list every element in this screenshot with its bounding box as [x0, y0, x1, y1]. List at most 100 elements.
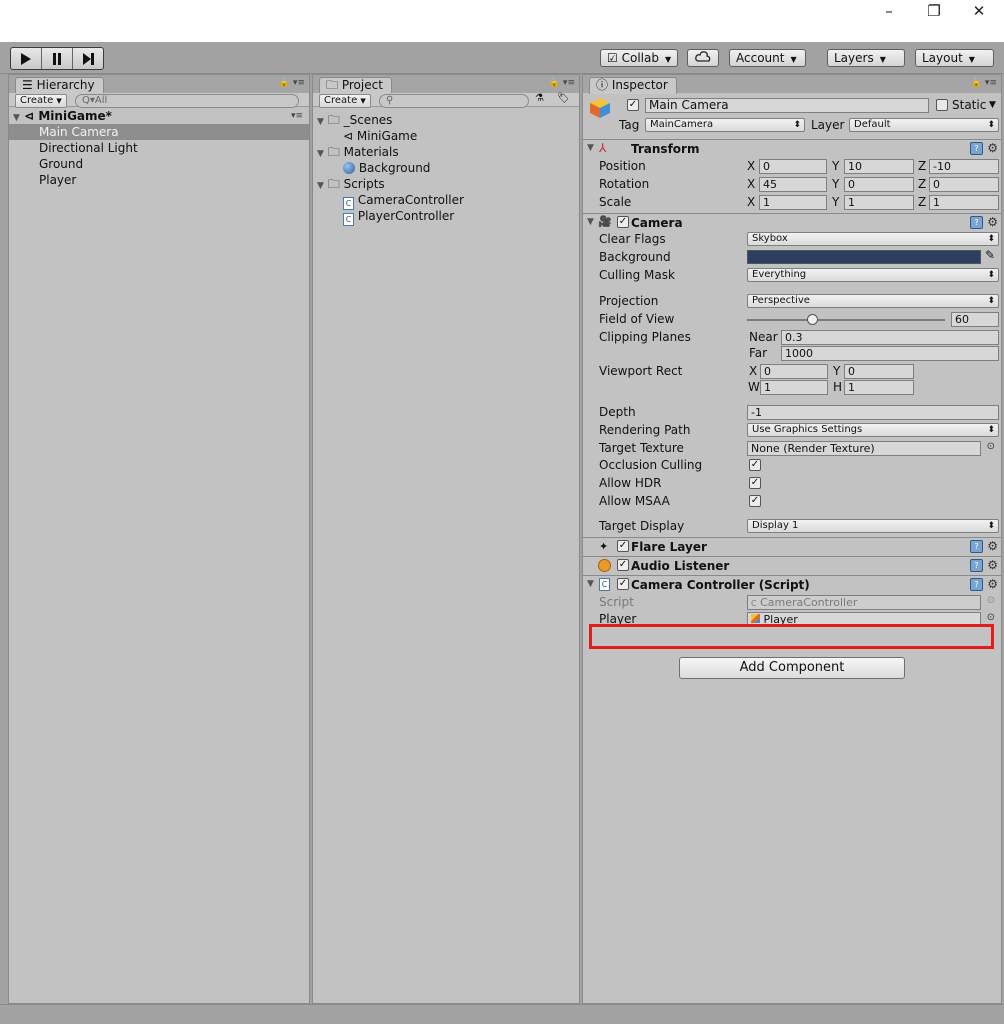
position-y-field[interactable]: 10 — [844, 159, 914, 174]
eyedropper-icon[interactable]: ✎ — [985, 248, 995, 262]
hierarchy-item-player[interactable]: Player — [39, 172, 76, 188]
tab-project[interactable]: 🗀 Project — [319, 77, 392, 94]
scale-z-field[interactable]: 1 — [929, 195, 999, 210]
viewport-w-field[interactable]: 1 — [760, 380, 828, 395]
gear-icon[interactable]: ⚙ — [987, 558, 998, 572]
hierarchy-item-main-camera[interactable]: Main Camera — [9, 124, 309, 140]
layers-dropdown[interactable]: Layers ▼ — [827, 49, 905, 67]
add-component-button[interactable]: Add Component — [679, 657, 905, 679]
folder-label: Materials — [343, 145, 399, 159]
background-color-field[interactable] — [747, 250, 981, 264]
clear-flags-dropdown[interactable]: Skybox ⬍ — [747, 232, 999, 246]
help-icon[interactable]: ? — [970, 578, 983, 591]
pause-button[interactable] — [42, 48, 73, 69]
gear-icon[interactable]: ⚙ — [987, 141, 998, 155]
fov-slider-thumb[interactable] — [807, 314, 819, 325]
tab-inspector[interactable]: ⓘ Inspector — [589, 77, 677, 94]
viewport-x-field[interactable]: 0 — [760, 364, 828, 379]
panel-menu-icon[interactable]: 🔒 ▾≡ — [971, 78, 997, 88]
foldout-arrow-icon: ▼ — [587, 217, 594, 227]
scene-menu-icon[interactable]: ▾≡ — [291, 108, 303, 124]
account-dropdown[interactable]: Account ▼ — [729, 49, 806, 67]
target-texture-field[interactable]: None (Render Texture) — [747, 441, 981, 456]
layer-label: Layer — [811, 118, 845, 132]
project-folder-scripts[interactable]: ▼ 🗀 Scripts — [317, 176, 385, 192]
audio-listener-enabled-checkbox[interactable]: ✓ — [617, 559, 629, 571]
position-x-field[interactable]: 0 — [759, 159, 827, 174]
gear-icon[interactable]: ⚙ — [987, 577, 998, 591]
tag-label: Tag — [619, 118, 640, 132]
help-icon[interactable]: ? — [970, 142, 983, 155]
cloud-button[interactable] — [687, 49, 719, 67]
project-folder-materials[interactable]: ▼ 🗀 Materials — [317, 144, 399, 160]
static-checkbox[interactable] — [936, 99, 948, 111]
object-name-field[interactable]: Main Camera — [645, 98, 929, 113]
project-item-playercontroller[interactable]: C PlayerController — [343, 208, 454, 226]
gear-icon[interactable]: ⚙ — [987, 215, 998, 229]
fov-slider-track[interactable] — [747, 319, 945, 321]
filter-by-type-icon[interactable]: ⚗ — [535, 93, 544, 104]
minimize-button[interactable]: – — [866, 2, 912, 20]
object-picker-icon[interactable]: ⊙ — [987, 441, 995, 452]
layout-dropdown[interactable]: Layout ▼ — [915, 49, 994, 67]
camera-controller-component-header[interactable]: ▼ C ✓ Camera Controller (Script) ? ⚙ — [583, 575, 1001, 593]
help-icon[interactable]: ? — [970, 559, 983, 572]
layer-dropdown[interactable]: Default ⬍ — [849, 118, 999, 132]
scene-root[interactable]: ▼ ⊲ MiniGame* ▾≡ — [13, 108, 309, 124]
camera-component-header[interactable]: ▼ 🎥 ✓ Camera ? ⚙ — [583, 213, 1001, 231]
chevron-down-icon[interactable]: ▼ — [989, 97, 996, 113]
transform-component-header[interactable]: ▼ ⅄ Transform ? ⚙ — [583, 139, 1001, 157]
help-icon[interactable]: ? — [970, 216, 983, 229]
allow-msaa-checkbox[interactable]: ✓ — [749, 495, 761, 507]
camera-enabled-checkbox[interactable]: ✓ — [617, 216, 629, 228]
maximize-button[interactable]: ❐ — [911, 2, 957, 20]
rendering-path-dropdown[interactable]: Use Graphics Settings ⬍ — [747, 423, 999, 437]
project-item-background[interactable]: Background — [343, 160, 430, 176]
account-label: Account — [736, 51, 785, 65]
hierarchy-search-input[interactable]: Q▾All — [75, 94, 299, 108]
scale-y-field[interactable]: 1 — [844, 195, 914, 210]
help-icon[interactable]: ? — [970, 540, 983, 553]
filter-by-label-icon[interactable]: 🏷 — [557, 93, 570, 104]
object-active-checkbox[interactable]: ✓ — [627, 99, 639, 111]
target-display-dropdown[interactable]: Display 1 ⬍ — [747, 519, 999, 533]
flare-layer-component-header[interactable]: ✦ ✓ Flare Layer ? ⚙ — [583, 537, 1001, 555]
project-folder-scenes[interactable]: ▼ 🗀 _Scenes — [317, 112, 392, 128]
occlusion-culling-checkbox[interactable]: ✓ — [749, 459, 761, 471]
project-item-cameracontroller[interactable]: C CameraController — [343, 192, 464, 210]
close-button[interactable]: ✕ — [956, 2, 1002, 20]
projection-dropdown[interactable]: Perspective ⬍ — [747, 294, 999, 308]
culling-mask-dropdown[interactable]: Everything ⬍ — [747, 268, 999, 282]
project-item-minigame[interactable]: ⊲ MiniGame — [343, 128, 417, 144]
gear-icon[interactable]: ⚙ — [987, 539, 998, 553]
tag-dropdown[interactable]: MainCamera ⬍ — [645, 118, 805, 132]
rotation-y-field[interactable]: 0 — [844, 177, 914, 192]
panel-menu-icon[interactable]: 🔒 ▾≡ — [279, 78, 305, 88]
object-picker-icon[interactable]: ⊙ — [987, 612, 995, 623]
project-search-input[interactable]: ⚲ — [379, 94, 529, 108]
allow-msaa-label: Allow MSAA — [599, 494, 670, 508]
panel-menu-icon[interactable]: 🔒 ▾≡ — [549, 78, 575, 88]
hierarchy-item-directional-light[interactable]: Directional Light — [39, 140, 138, 156]
position-z-field[interactable]: -10 — [929, 159, 999, 174]
viewport-h-field[interactable]: 1 — [844, 380, 914, 395]
project-create-button[interactable]: Create ▼ — [319, 94, 371, 108]
hierarchy-item-ground[interactable]: Ground — [39, 156, 83, 172]
near-clip-field[interactable]: 0.3 — [781, 330, 999, 345]
tab-hierarchy[interactable]: ☰ Hierarchy — [15, 77, 104, 94]
far-clip-field[interactable]: 1000 — [781, 346, 999, 361]
hierarchy-create-button[interactable]: Create ▼ — [15, 94, 67, 108]
scale-x-field[interactable]: 1 — [759, 195, 827, 210]
rotation-x-field[interactable]: 45 — [759, 177, 827, 192]
fov-field[interactable]: 60 — [951, 312, 999, 327]
flare-layer-enabled-checkbox[interactable]: ✓ — [617, 540, 629, 552]
depth-field[interactable]: -1 — [747, 405, 999, 420]
allow-hdr-checkbox[interactable]: ✓ — [749, 477, 761, 489]
rotation-z-field[interactable]: 0 — [929, 177, 999, 192]
viewport-y-field[interactable]: 0 — [844, 364, 914, 379]
camera-controller-enabled-checkbox[interactable]: ✓ — [617, 578, 629, 590]
play-button[interactable] — [11, 48, 42, 69]
audio-listener-component-header[interactable]: ✓ Audio Listener ? ⚙ — [583, 556, 1001, 574]
collab-button[interactable]: ☑ Collab ▼ — [600, 49, 679, 67]
step-button[interactable] — [73, 48, 103, 69]
